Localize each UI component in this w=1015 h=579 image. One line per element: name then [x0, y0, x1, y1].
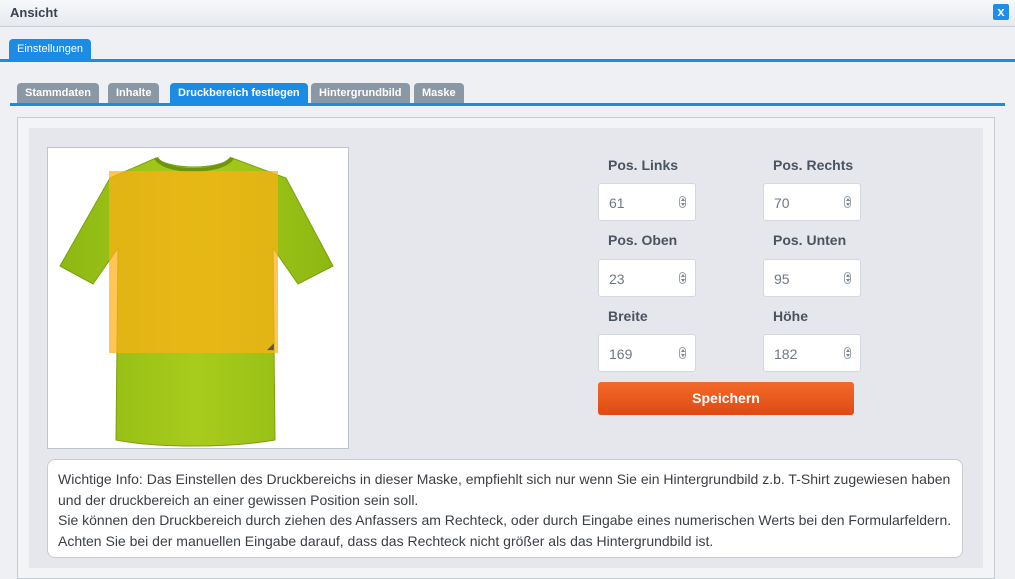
pos-rechts-label: Pos. Rechts: [773, 157, 854, 173]
stepper-icon[interactable]: [679, 196, 686, 208]
resize-handle-icon[interactable]: ◢: [267, 342, 275, 351]
pos-unten-label: Pos. Unten: [773, 232, 847, 248]
close-icon[interactable]: x: [993, 4, 1009, 20]
pos-oben-value: 23: [609, 271, 625, 287]
window-title: Ansicht: [10, 5, 58, 20]
pos-links-value: 61: [609, 195, 625, 211]
info-text-2: Sie können den Druckbereich durch ziehen…: [58, 512, 952, 549]
tab-einstellungen[interactable]: Einstellungen: [9, 39, 92, 59]
stepper-icon[interactable]: [679, 347, 686, 359]
outer-tab-underline: [0, 59, 1015, 62]
print-area-rectangle[interactable]: ◢: [109, 171, 278, 353]
pos-oben-label: Pos. Oben: [608, 232, 678, 248]
background-image-preview: ◢: [47, 147, 349, 449]
tab-maske[interactable]: Maske: [414, 83, 464, 103]
tab-druckbereich-festlegen[interactable]: Druckbereich festlegen: [170, 83, 308, 103]
inner-tab-underline: [10, 103, 1005, 106]
tab-inhalte[interactable]: Inhalte: [108, 83, 160, 103]
pos-links-input[interactable]: 61: [598, 183, 696, 221]
pos-rechts-input[interactable]: 70: [763, 183, 861, 221]
breite-input[interactable]: 169: [598, 334, 696, 372]
save-button[interactable]: Speichern: [598, 382, 854, 415]
window-titlebar: Ansicht x: [0, 0, 1015, 27]
tab-hintergrundbild[interactable]: Hintergrundbild: [311, 83, 410, 103]
hoehe-label: Höhe: [773, 308, 808, 324]
pos-rechts-value: 70: [774, 195, 790, 211]
hoehe-value: 182: [774, 346, 798, 362]
info-text-1: Wichtige Info: Das Einstellen des Druckb…: [58, 471, 951, 508]
pos-links-label: Pos. Links: [608, 157, 679, 173]
pos-unten-input[interactable]: 95: [763, 259, 861, 297]
breite-label: Breite: [608, 308, 648, 324]
hoehe-input[interactable]: 182: [763, 334, 861, 372]
stepper-icon[interactable]: [844, 347, 851, 359]
pos-unten-value: 95: [774, 271, 790, 287]
pos-oben-input[interactable]: 23: [598, 259, 696, 297]
breite-value: 169: [609, 346, 633, 362]
stepper-icon[interactable]: [844, 196, 851, 208]
stepper-icon[interactable]: [844, 272, 851, 284]
tab-stammdaten[interactable]: Stammdaten: [17, 83, 100, 103]
outer-tabbar: Einstellungen: [0, 27, 1015, 61]
stepper-icon[interactable]: [679, 272, 686, 284]
info-box: Wichtige Info: Das Einstellen des Druckb…: [47, 459, 963, 558]
